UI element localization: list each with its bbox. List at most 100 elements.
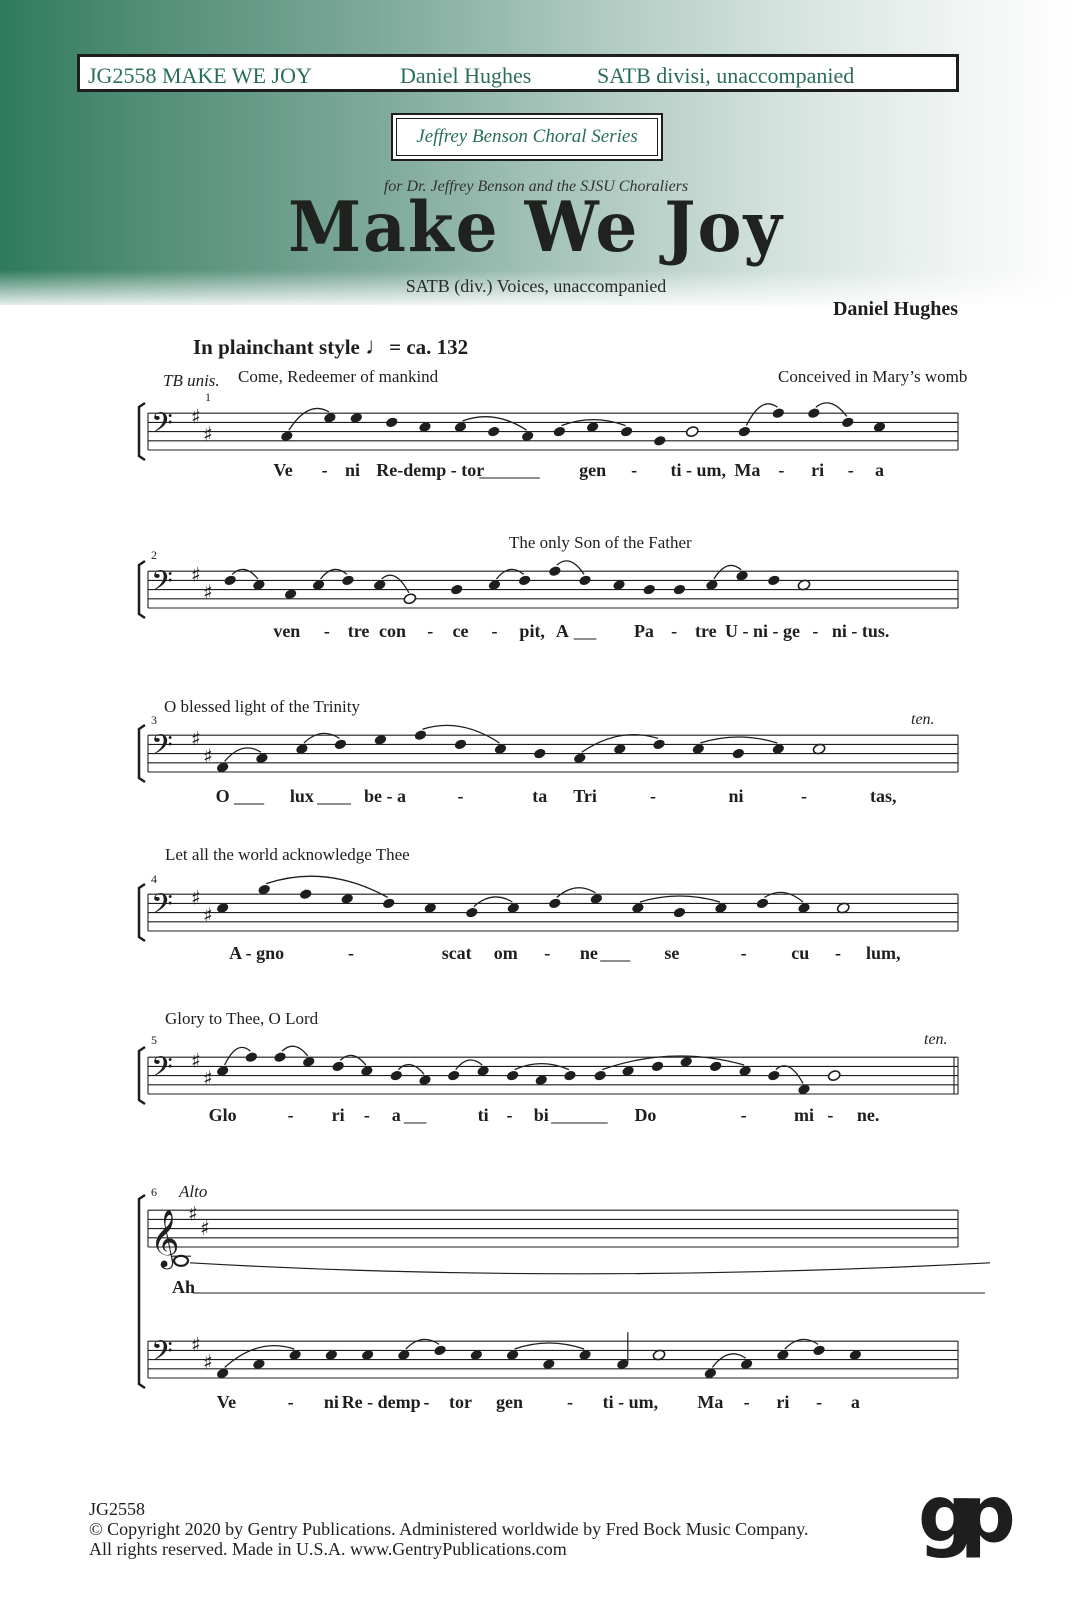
note-head bbox=[466, 908, 478, 918]
note-head bbox=[390, 1071, 402, 1081]
note-head bbox=[549, 566, 561, 576]
lyric-syllable: - bbox=[816, 1392, 823, 1412]
sharp-icon: ♯ bbox=[203, 1066, 213, 1090]
slur bbox=[224, 747, 262, 762]
sharp-icon: ♯ bbox=[203, 744, 213, 768]
note-head bbox=[579, 575, 591, 585]
note-head bbox=[519, 575, 531, 585]
note-head bbox=[594, 1071, 606, 1081]
note-head bbox=[454, 739, 467, 749]
lyric-syllable: ni bbox=[323, 1392, 339, 1412]
note-head bbox=[768, 1071, 780, 1081]
note-head bbox=[673, 908, 686, 918]
note-head bbox=[414, 730, 427, 740]
lyric-syllable: - bbox=[323, 621, 330, 641]
lyric-syllable: lum, bbox=[866, 943, 901, 963]
note-head bbox=[813, 1345, 825, 1355]
footer-copyright: © Copyright 2020 by Gentry Publications.… bbox=[89, 1519, 809, 1539]
sharp-icon: ♯ bbox=[191, 726, 201, 750]
note-head bbox=[653, 739, 665, 749]
lyric-syllable: - bbox=[506, 1105, 513, 1125]
sharp-icon: ♯ bbox=[203, 1350, 213, 1374]
half-note bbox=[403, 593, 417, 605]
lyric-syllable: mi bbox=[794, 1105, 814, 1125]
note-head bbox=[768, 575, 780, 585]
lyric-syllable: om bbox=[493, 943, 518, 963]
footer-catalog: JG2558 bbox=[89, 1499, 146, 1519]
lyric-syllable: lux bbox=[289, 786, 314, 806]
note-head bbox=[549, 898, 561, 908]
slur bbox=[700, 736, 778, 744]
footer: JG2558 © Copyright 2020 by Gentry Public… bbox=[89, 1499, 808, 1559]
note-head bbox=[488, 427, 500, 437]
publisher-logo: gp bbox=[918, 1470, 1016, 1560]
lyric-syllable: Re - demp bbox=[341, 1392, 421, 1412]
note-head bbox=[448, 1071, 460, 1081]
lyric-syllable: ri bbox=[776, 1392, 790, 1412]
lyric-syllable: - bbox=[827, 1105, 834, 1125]
lyric-syllable: Ve bbox=[216, 1392, 237, 1412]
lyric-syllable: - bbox=[491, 621, 498, 641]
lyric-syllable: tor bbox=[448, 1392, 472, 1412]
slur bbox=[601, 1055, 745, 1071]
lyric-syllable: A - gno bbox=[229, 943, 285, 963]
note-head bbox=[332, 1061, 344, 1071]
sharp-icon: ♯ bbox=[203, 422, 213, 446]
note-head bbox=[673, 585, 686, 595]
note-head bbox=[738, 427, 750, 437]
sharp-icon: ♯ bbox=[191, 1332, 201, 1356]
lyric-syllable: scat bbox=[441, 943, 472, 963]
lyric-syllable: - bbox=[631, 460, 638, 480]
lyric-syllable: - bbox=[740, 1105, 747, 1125]
lyric-syllable: - bbox=[321, 460, 328, 480]
lyric-syllable: ne bbox=[579, 943, 598, 963]
lyric-syllable: ti - um, bbox=[602, 1392, 659, 1412]
lyric-syllable: Ma bbox=[734, 460, 761, 480]
sharp-icon: ♯ bbox=[191, 1048, 201, 1072]
note-head bbox=[842, 417, 854, 427]
sharp-icon: ♯ bbox=[191, 885, 201, 909]
slur bbox=[639, 895, 721, 903]
slur bbox=[815, 402, 848, 417]
note-head bbox=[643, 585, 655, 595]
slur bbox=[556, 560, 585, 575]
note-head bbox=[654, 436, 666, 446]
system-bracket bbox=[137, 1045, 146, 1106]
note-head bbox=[274, 1052, 286, 1062]
note-head bbox=[651, 1061, 664, 1071]
lyric-syllable: ni - tus. bbox=[831, 621, 890, 641]
lyric-syllable: gen bbox=[579, 460, 607, 480]
lyric-syllable: - bbox=[743, 1392, 750, 1412]
sharp-icon: ♯ bbox=[200, 1216, 210, 1240]
slur bbox=[281, 1045, 309, 1057]
note-head bbox=[732, 749, 744, 759]
note-head bbox=[434, 1345, 446, 1355]
note-head bbox=[506, 1071, 519, 1081]
bass-clef-icon: 𝄢 bbox=[151, 1051, 173, 1091]
lyric-syllable: Do bbox=[634, 1105, 657, 1125]
lyric-syllable: ta bbox=[532, 786, 548, 806]
slur bbox=[455, 1059, 483, 1070]
slur bbox=[473, 896, 513, 908]
note-head bbox=[224, 575, 236, 585]
bass-clef-icon: 𝄢 bbox=[151, 888, 173, 928]
lyric-syllable: - bbox=[287, 1392, 294, 1412]
treble-clef-icon: 𝄞 bbox=[150, 1209, 180, 1270]
lyric-syllable: ce bbox=[452, 621, 469, 641]
system-bracket bbox=[137, 1193, 146, 1390]
lyric-syllable: a bbox=[391, 1105, 401, 1125]
half-note bbox=[685, 426, 699, 437]
half-note bbox=[827, 1070, 841, 1081]
lyric-syllable: - bbox=[801, 786, 807, 806]
lyric-syllable: A bbox=[555, 621, 569, 641]
note-head bbox=[383, 898, 395, 908]
lyric-syllable: - bbox=[834, 943, 841, 963]
note-head bbox=[808, 408, 820, 418]
system-bracket bbox=[137, 723, 146, 784]
lyric-syllable: - bbox=[427, 621, 434, 641]
lyric-syllable: tre bbox=[695, 621, 717, 641]
sharp-icon: ♯ bbox=[191, 562, 201, 586]
footer-rights: All rights reserved. Made in U.S.A. www.… bbox=[89, 1539, 567, 1559]
bass-clef-icon: 𝄢 bbox=[151, 1335, 173, 1375]
note-head bbox=[620, 427, 633, 437]
